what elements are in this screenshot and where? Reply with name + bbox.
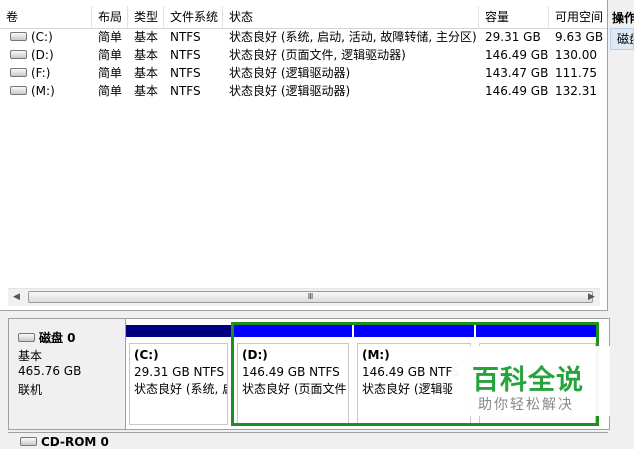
volume-name: (C:)	[4, 28, 92, 46]
volume-row[interactable]: (C:) 简单 基本 NTFS 状态良好 (系统, 启动, 活动, 故障转储, …	[0, 28, 607, 46]
disk-info[interactable]: 磁盘 0 基本 465.76 GB 联机	[9, 319, 126, 429]
partition-details: (C:) 29.31 GB NTFS 状态良好 (系统, 启	[129, 343, 228, 425]
volume-status: 状态良好 (逻辑驱动器)	[229, 66, 351, 80]
partition-size: 146.49 GB NTFS	[242, 365, 340, 379]
column-header-layout[interactable]: 布局	[92, 6, 128, 28]
volume-drive-icon	[10, 86, 27, 95]
partition-bar	[354, 325, 474, 337]
partition-c[interactable]: (C:) 29.31 GB NTFS 状态良好 (系统, 启	[126, 319, 231, 429]
watermark-logo: 百科全说 助你轻松解决	[452, 346, 610, 416]
partition-details: (D:) 146.49 GB NTFS 状态良好 (页面文件	[237, 343, 349, 425]
volume-status: 状态良好 (页面文件, 逻辑驱动器)	[229, 48, 406, 62]
cdrom-drive-icon	[20, 437, 37, 446]
partition-label: (C:)	[134, 348, 159, 362]
partition-label: (D:)	[242, 348, 268, 362]
volume-status: 状态良好 (逻辑驱动器)	[229, 84, 351, 98]
partition-d[interactable]: (D:) 146.49 GB NTFS 状态良好 (页面文件	[234, 319, 352, 429]
scrollbar-grip-icon: Ⅲ	[307, 292, 314, 301]
volume-name: (D:)	[4, 46, 92, 64]
disk-name: 磁盘 0	[18, 329, 76, 346]
volume-layout: 简单	[98, 48, 123, 62]
column-header-type[interactable]: 类型	[128, 6, 164, 28]
actions-item-disk[interactable]: 磁盘	[610, 28, 634, 50]
column-header-filesystem[interactable]: 文件系统	[164, 6, 223, 28]
actions-title: 操作	[612, 11, 634, 25]
volume-drive-icon	[10, 50, 27, 59]
volume-capacity: 146.49 GB	[485, 84, 549, 98]
volume-row[interactable]: (D:) 简单 基本 NTFS 状态良好 (页面文件, 逻辑驱动器) 146.4…	[0, 46, 607, 64]
volume-type: 基本	[134, 48, 159, 62]
volume-list-header: 卷 布局 类型 文件系统 状态 容量 可用空间	[0, 6, 607, 29]
volume-filesystem: NTFS	[170, 84, 201, 98]
volume-drive-icon	[10, 32, 27, 41]
partition-size: 29.31 GB NTFS	[134, 365, 225, 379]
actions-pane: 操作 磁盘	[608, 0, 634, 446]
volume-drive-icon	[10, 68, 27, 77]
volume-free-space: 130.00	[555, 48, 597, 62]
partition-status: 状态良好 (系统, 启	[134, 382, 227, 396]
column-header-volume[interactable]: 卷	[0, 6, 92, 28]
volume-free-space: 132.31	[555, 84, 597, 98]
volume-type: 基本	[134, 84, 159, 98]
cdrom-row[interactable]: CD-ROM 0	[8, 432, 608, 449]
volume-list-panel: 卷 布局 类型 文件系统 状态 容量 可用空间 (C:) 简单 基本 NTFS …	[0, 0, 608, 311]
volume-layout: 简单	[98, 66, 123, 80]
volume-free-space: 9.63 GB	[555, 30, 604, 44]
volume-capacity: 146.49 GB	[485, 48, 549, 62]
disk-drive-icon	[18, 333, 35, 342]
volume-filesystem: NTFS	[170, 48, 201, 62]
volume-type: 基本	[134, 66, 159, 80]
volume-free-space: 111.75	[555, 66, 597, 80]
scrollbar-thumb[interactable]: Ⅲ	[28, 291, 593, 303]
disk-type: 基本	[18, 349, 43, 363]
volume-name: (F:)	[4, 64, 92, 82]
watermark-main-text: 百科全说	[472, 365, 584, 396]
volume-status: 状态良好 (系统, 启动, 活动, 故障转储, 主分区)	[229, 30, 477, 44]
volume-layout: 简单	[98, 30, 123, 44]
volume-type: 基本	[134, 30, 159, 44]
cdrom-label: CD-ROM 0	[20, 435, 109, 449]
volume-filesystem: NTFS	[170, 66, 201, 80]
column-header-capacity[interactable]: 容量	[479, 6, 549, 28]
volume-row[interactable]: (M:) 简单 基本 NTFS 状态良好 (逻辑驱动器) 146.49 GB 1…	[0, 82, 607, 100]
watermark-sub-text: 助你轻松解决	[478, 397, 574, 413]
partition-status: 状态良好 (页面文件	[242, 382, 347, 396]
volume-name: (M:)	[4, 82, 92, 100]
disk-state: 联机	[18, 383, 43, 397]
volume-row[interactable]: (F:) 简单 基本 NTFS 状态良好 (逻辑驱动器) 143.47 GB 1…	[0, 64, 607, 82]
horizontal-scrollbar[interactable]: ◀ Ⅲ ▶	[8, 288, 600, 306]
scroll-right-arrow-icon[interactable]: ▶	[583, 289, 600, 306]
volume-filesystem: NTFS	[170, 30, 201, 44]
partition-bar	[234, 325, 352, 337]
scroll-left-arrow-icon[interactable]: ◀	[8, 289, 25, 306]
volume-layout: 简单	[98, 84, 123, 98]
column-header-free-space[interactable]: 可用空间	[549, 6, 607, 28]
partition-bar	[126, 325, 231, 337]
volume-capacity: 143.47 GB	[485, 66, 549, 80]
partition-bar	[476, 325, 599, 337]
volume-capacity: 29.31 GB	[485, 30, 541, 44]
column-header-status[interactable]: 状态	[223, 6, 479, 28]
disk-size: 465.76 GB	[18, 364, 82, 378]
